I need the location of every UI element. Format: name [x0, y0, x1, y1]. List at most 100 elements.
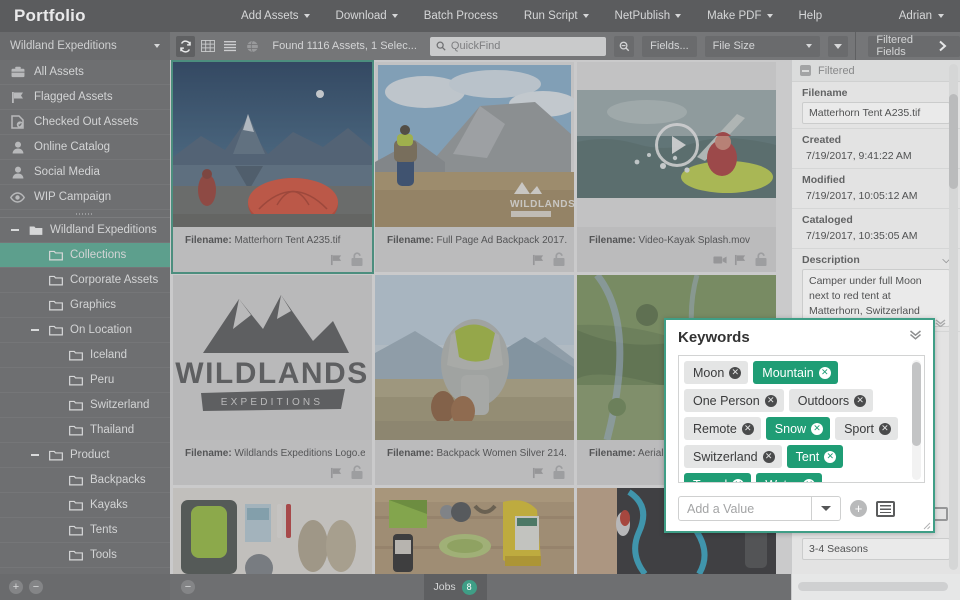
flag-icon[interactable] — [532, 467, 545, 479]
keyword-tag-mountain[interactable]: Mountain✕ — [753, 361, 837, 384]
asset-thumbnail[interactable] — [577, 62, 776, 227]
menu-item-make-pdf[interactable]: Make PDF — [694, 0, 785, 32]
globe-icon[interactable] — [243, 36, 262, 57]
remove-keyword-icon[interactable]: ✕ — [819, 367, 831, 379]
remove-keyword-icon[interactable]: ✕ — [763, 451, 775, 463]
asset-cell[interactable]: WILDLANDS Filename: Full Page Ad Backpac… — [375, 62, 574, 272]
asset-thumbnail[interactable] — [173, 62, 372, 227]
tree-item-wildland-expeditions[interactable]: Wildland Expeditions — [0, 218, 170, 243]
remove-keyword-icon[interactable]: ✕ — [803, 479, 815, 484]
fields-button[interactable]: Fields... — [642, 36, 697, 57]
asset-cell[interactable]: Filename: Matterhorn Tent A235.tif — [173, 62, 372, 272]
tree-item-on-location[interactable]: On Location — [0, 318, 170, 343]
asset-thumbnail[interactable] — [173, 488, 372, 574]
asset-thumbnail[interactable] — [375, 275, 574, 440]
keyword-tag-tent[interactable]: Tent✕ — [787, 445, 844, 468]
metadata-field-value-cataloged[interactable]: 7/19/2017, 10:35:05 AM — [802, 229, 950, 244]
sidebar-item-checked-out-assets[interactable]: Checked Out Assets — [0, 110, 170, 135]
tree-item-iceland[interactable]: Iceland — [0, 343, 170, 368]
asset-cell[interactable] — [375, 488, 574, 574]
keyword-tag-switzerland[interactable]: Switzerland✕ — [684, 445, 782, 468]
seasons-value[interactable]: 3-4 Seasons — [802, 538, 950, 560]
metadata-field-value-modified[interactable]: 7/19/2017, 10:05:12 AM — [802, 189, 950, 204]
keyword-tag-moon[interactable]: Moon✕ — [684, 361, 748, 384]
unlock-icon[interactable] — [552, 465, 566, 480]
asset-cell[interactable]: WILDLANDS EXPEDITIONS Filename: Wildland… — [173, 275, 372, 485]
metadata-panel-header[interactable]: Filtered — [792, 60, 960, 82]
plus-circle-icon[interactable]: + — [850, 500, 867, 517]
jobs-indicator[interactable]: Jobs 8 — [424, 574, 487, 600]
unlock-icon[interactable] — [754, 252, 768, 267]
metadata-field-value-filename[interactable]: Matterhorn Tent A235.tif — [802, 102, 950, 124]
refresh-icon[interactable] — [176, 36, 195, 57]
tree-item-switzerland[interactable]: Switzerland — [0, 393, 170, 418]
tree-item-product[interactable]: Product — [0, 443, 170, 468]
unlock-icon[interactable] — [552, 252, 566, 267]
remove-keyword-icon[interactable]: ✕ — [879, 423, 891, 435]
grid-view-icon[interactable] — [198, 36, 217, 57]
keywords-list[interactable]: Moon✕Mountain✕ One Person✕Outdoors✕ Remote… — [678, 355, 925, 483]
keyword-tag-remote[interactable]: Remote✕ — [684, 417, 761, 440]
flag-icon[interactable] — [532, 254, 545, 266]
keyword-tag-one-person[interactable]: One Person✕ — [684, 389, 784, 412]
tree-item-tools[interactable]: Tools — [0, 543, 170, 568]
remove-keyword-icon[interactable]: ✕ — [811, 423, 823, 435]
asset-cell[interactable]: Filename: Video-Kayak Splash.mov — [577, 62, 776, 272]
sort-direction-button[interactable] — [828, 36, 848, 57]
asset-thumbnail[interactable]: WILDLANDS EXPEDITIONS — [173, 275, 372, 440]
menu-item-help[interactable]: Help — [786, 0, 836, 32]
menu-item-netpublish[interactable]: NetPublish — [602, 0, 695, 32]
list-picker-icon[interactable] — [876, 501, 895, 517]
remove-keyword-icon[interactable]: ✕ — [765, 395, 777, 407]
flag-icon[interactable] — [734, 254, 747, 266]
asset-thumbnail[interactable]: WILDLANDS — [375, 62, 574, 227]
flag-icon[interactable] — [330, 467, 343, 479]
remove-keyword-icon[interactable]: ✕ — [854, 395, 866, 407]
panel-expand-button[interactable] — [930, 36, 954, 57]
asset-cell[interactable]: Filename: Backpack Women Silver 214.psd — [375, 275, 574, 485]
catalog-selector[interactable]: Wildland Expeditions — [0, 32, 170, 60]
keyword-tag-water[interactable]: Water✕ — [756, 473, 822, 483]
unlock-icon[interactable] — [350, 252, 364, 267]
menu-item-batch-process[interactable]: Batch Process — [411, 0, 511, 32]
remove-keyword-icon[interactable]: ✕ — [732, 479, 744, 484]
chevron-down-icon[interactable] — [812, 496, 841, 521]
tree-item-tents[interactable]: Tents — [0, 518, 170, 543]
collapse-twisty-icon[interactable] — [28, 329, 42, 331]
list-view-icon[interactable] — [221, 36, 240, 57]
keyword-tag-sport[interactable]: Sport✕ — [835, 417, 898, 440]
add-keyword-input[interactable]: Add a Value — [678, 496, 812, 521]
sort-field-select[interactable]: File Size — [705, 36, 821, 57]
resize-handle[interactable] — [923, 521, 931, 529]
field-collapse-icon[interactable] — [935, 318, 946, 330]
play-icon[interactable] — [655, 123, 699, 167]
chevron-double-down-icon[interactable] — [909, 330, 922, 342]
sidebar-item-social-media[interactable]: Social Media — [0, 160, 170, 185]
user-menu[interactable]: Adrian — [893, 0, 950, 32]
sidebar-item-flagged-assets[interactable]: Flagged Assets — [0, 85, 170, 110]
horizontal-scrollbar[interactable] — [798, 582, 948, 591]
metadata-field-value-created[interactable]: 7/19/2017, 9:41:22 AM — [802, 149, 950, 164]
collapse-icon[interactable] — [800, 65, 811, 76]
metadata-scrollbar[interactable] — [949, 64, 958, 570]
zoom-out-button[interactable]: − — [181, 580, 195, 594]
collapse-twisty-icon[interactable] — [8, 229, 22, 231]
sidebar-item-all-assets[interactable]: All Assets — [0, 60, 170, 85]
asset-thumbnail[interactable] — [375, 488, 574, 574]
remove-collection-button[interactable]: − — [29, 580, 43, 594]
keyword-tag-outdoors[interactable]: Outdoors✕ — [789, 389, 873, 412]
sidebar-item-wip-campaign[interactable]: WIP Campaign — [0, 185, 170, 210]
remove-keyword-icon[interactable]: ✕ — [729, 367, 741, 379]
tree-item-graphics[interactable]: Graphics — [0, 293, 170, 318]
sidebar-splitter[interactable] — [0, 210, 170, 218]
remove-keyword-icon[interactable]: ✕ — [742, 423, 754, 435]
keyword-tag-travel[interactable]: Travel✕ — [684, 473, 751, 483]
tree-item-collections[interactable]: Collections — [0, 243, 170, 268]
quickfind-input[interactable]: QuickFind — [430, 37, 606, 56]
tree-item-kayaks[interactable]: Kayaks — [0, 493, 170, 518]
tree-item-backpacks[interactable]: Backpacks — [0, 468, 170, 493]
search-button[interactable] — [614, 36, 634, 57]
remove-keyword-icon[interactable]: ✕ — [824, 451, 836, 463]
menu-item-download[interactable]: Download — [323, 0, 411, 32]
flag-icon[interactable] — [330, 254, 343, 266]
